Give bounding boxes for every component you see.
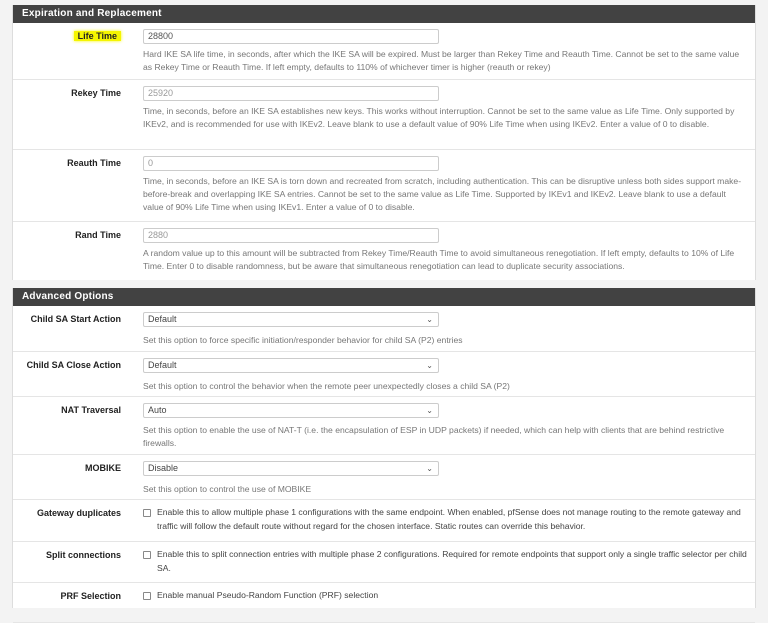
child-sa-close-row: Child SA Close Action Default ⌄ Set this … xyxy=(13,352,755,397)
field-label: Reauth Time xyxy=(67,158,121,168)
gateway-duplicates-row: Gateway duplicates Enable this to allow … xyxy=(13,500,755,542)
help-text: Set this option to enable the use of NAT… xyxy=(143,425,725,448)
field-label: Rekey Time xyxy=(71,88,121,98)
advanced-options-panel: Advanced Options Child SA Start Action D… xyxy=(12,288,756,623)
field-label: Child SA Close Action xyxy=(26,360,121,370)
rekey-time-row: Rekey Time 25920 Time, in seconds, befor… xyxy=(13,80,755,150)
field-label: Gateway duplicates xyxy=(36,508,121,518)
help-text: Set this option to control the behavior … xyxy=(143,381,510,391)
mobike-select[interactable]: Disable ⌄ xyxy=(143,461,439,476)
gateway-duplicates-checkbox[interactable] xyxy=(143,509,151,517)
prf-selection-checkbox[interactable] xyxy=(143,592,151,600)
field-label: MOBIKE xyxy=(85,463,121,473)
child-sa-start-row: Child SA Start Action Default ⌄ Set this … xyxy=(13,306,755,352)
help-text: Set this option to force specific initia… xyxy=(143,335,463,345)
rekey-time-input[interactable]: 25920 xyxy=(143,86,439,101)
section-header: Expiration and Replacement xyxy=(13,5,755,23)
selected-value: Default xyxy=(148,314,177,324)
prf-selection-row: PRF Selection Enable manual Pseudo-Rando… xyxy=(13,583,755,623)
section-header: Advanced Options xyxy=(13,288,755,306)
selected-value: Default xyxy=(148,360,177,370)
chevron-down-icon: ⌄ xyxy=(426,464,433,473)
reauth-time-input[interactable]: 0 xyxy=(143,156,439,171)
life-time-row: Life Time 28800 Hard IKE SA life time, i… xyxy=(13,23,755,80)
help-text: Time, in seconds, before an IKE SA estab… xyxy=(143,106,735,129)
chevron-down-icon: ⌄ xyxy=(426,406,433,415)
chevron-down-icon: ⌄ xyxy=(426,315,433,324)
field-label: NAT Traversal xyxy=(61,405,121,415)
help-text: Time, in seconds, before an IKE SA is to… xyxy=(143,176,742,212)
help-text: Set this option to control the use of MO… xyxy=(143,484,312,494)
life-time-input[interactable]: 28800 xyxy=(143,29,439,44)
field-label: Life Time xyxy=(73,31,121,41)
field-label: Rand Time xyxy=(75,230,121,240)
field-label: Child SA Start Action xyxy=(30,314,121,324)
child-sa-start-select[interactable]: Default ⌄ xyxy=(143,312,439,327)
expiration-panel: Expiration and Replacement Life Time 288… xyxy=(12,5,756,280)
rand-time-row: Rand Time 2880 A random value up to this… xyxy=(13,222,755,280)
checkbox-text: Enable this to split connection entries … xyxy=(157,549,747,573)
selected-value: Auto xyxy=(148,405,167,415)
split-connections-checkbox[interactable] xyxy=(143,551,151,559)
field-label: Split connections xyxy=(45,550,121,560)
split-connections-row: Split connections Enable this to split c… xyxy=(13,542,755,583)
child-sa-close-select[interactable]: Default ⌄ xyxy=(143,358,439,373)
help-text: Hard IKE SA life time, in seconds, after… xyxy=(143,49,740,72)
field-label: PRF Selection xyxy=(60,591,121,601)
selected-value: Disable xyxy=(148,463,179,473)
mobike-row: MOBIKE Disable ⌄ Set this option to contr… xyxy=(13,455,755,500)
checkbox-text: Enable manual Pseudo-Random Function (PR… xyxy=(157,590,379,600)
nat-traversal-select[interactable]: Auto ⌄ xyxy=(143,403,439,418)
reauth-time-row: Reauth Time 0 Time, in seconds, before a… xyxy=(13,150,755,222)
nat-traversal-row: NAT Traversal Auto ⌄ Set this option to e… xyxy=(13,397,755,455)
chevron-down-icon: ⌄ xyxy=(426,361,433,370)
help-text: A random value up to this amount will be… xyxy=(143,248,735,271)
checkbox-text: Enable this to allow multiple phase 1 co… xyxy=(157,507,741,531)
rand-time-input[interactable]: 2880 xyxy=(143,228,439,243)
